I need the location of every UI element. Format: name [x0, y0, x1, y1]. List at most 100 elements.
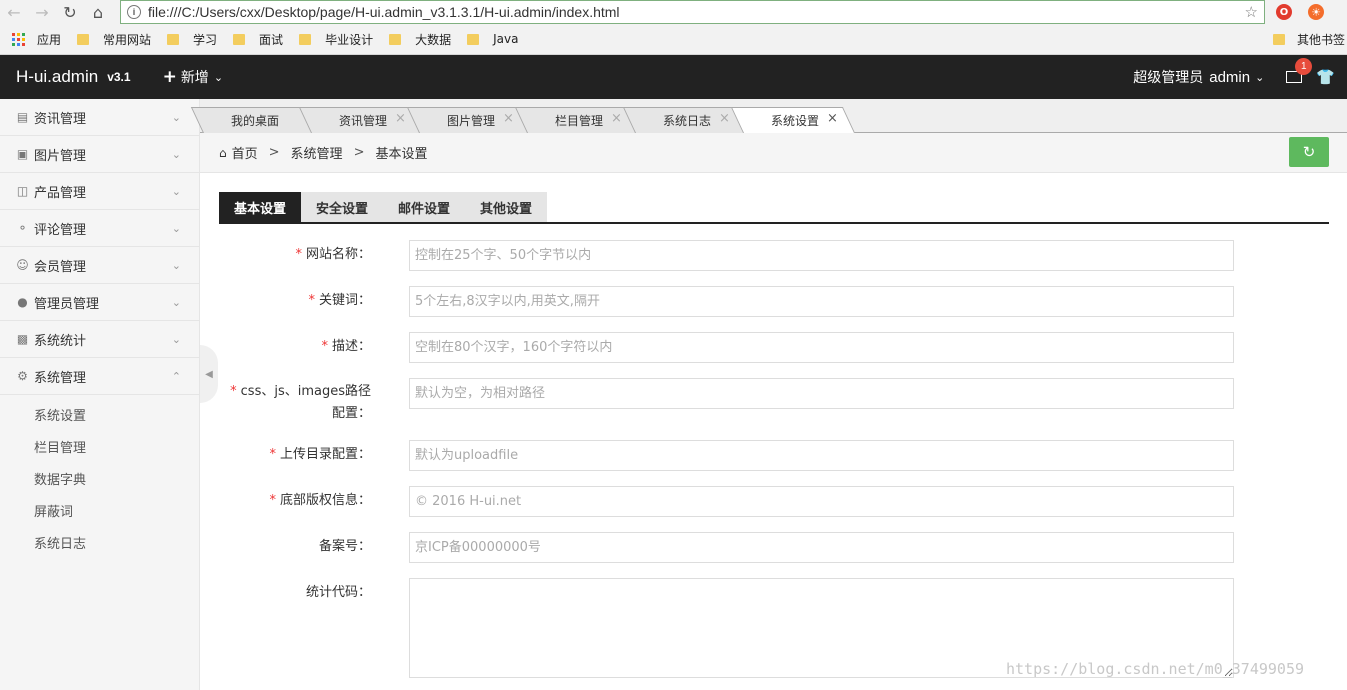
tab-basic-settings[interactable]: 基本设置: [219, 192, 302, 222]
forward-icon[interactable]: →: [28, 0, 56, 24]
bookmark-folder[interactable]: 毕业设计: [299, 31, 373, 48]
close-icon[interactable]: ×: [395, 111, 406, 126]
refresh-button[interactable]: ↻: [1289, 137, 1329, 167]
site-name-input[interactable]: [409, 240, 1234, 271]
sidebar-item-news[interactable]: ▤ 资讯管理 ⌄: [0, 99, 199, 136]
app-header: H-ui.admin v3.1 + 新增 ⌄ 超级管理员 admin ⌄ 1 👕: [0, 55, 1347, 99]
tab-logs[interactable]: 系统日志 ×: [622, 107, 747, 133]
close-icon[interactable]: ×: [719, 111, 730, 126]
system-submenu: 系统设置 栏目管理 数据字典 屏蔽词 系统日志: [0, 398, 199, 558]
new-dropdown-button[interactable]: + 新增 ⌄: [163, 67, 223, 87]
copyright-input[interactable]: [409, 486, 1234, 517]
admin-icon: ●: [17, 295, 28, 309]
tab-security-settings[interactable]: 安全设置: [301, 192, 384, 222]
tab-other-settings[interactable]: 其他设置: [465, 192, 548, 222]
info-icon[interactable]: i: [127, 5, 141, 19]
user-icon: ☺: [16, 258, 29, 272]
breadcrumb-current: 基本设置: [375, 147, 428, 162]
home-icon: ⌂: [219, 145, 227, 160]
close-icon[interactable]: ×: [827, 111, 838, 126]
user-dropdown[interactable]: admin: [1209, 69, 1250, 86]
bookmark-apps[interactable]: 应用: [12, 31, 61, 48]
tabs-bar: 我的桌面 资讯管理 × 图片管理 × 栏目管理 × 系统日志 × 系统设置 ×: [190, 99, 1347, 133]
tab-news[interactable]: 资讯管理 ×: [298, 107, 423, 133]
sidebar-collapse-handle[interactable]: ◀: [200, 345, 218, 403]
chevron-down-icon: ⌄: [171, 221, 181, 235]
mail-icon[interactable]: 1: [1286, 58, 1313, 83]
skin-shirt-icon[interactable]: 👕: [1316, 68, 1335, 86]
field-label: * 底部版权信息：: [269, 493, 371, 508]
breadcrumb-home[interactable]: 首页: [232, 143, 258, 162]
gear-icon: ⚙: [17, 369, 28, 383]
description-input[interactable]: [409, 332, 1234, 363]
news-icon: ▤: [16, 110, 29, 124]
watermark: https://blog.csdn.net/m0_37499059: [1006, 660, 1305, 678]
tab-mail-settings[interactable]: 邮件设置: [383, 192, 466, 222]
sidebar-item-system[interactable]: ⚙ 系统管理 ⌃: [0, 358, 199, 395]
tab-images[interactable]: 图片管理 ×: [406, 107, 531, 133]
bookmark-folder[interactable]: 面试: [233, 31, 283, 48]
sidebar-subitem-blockwords[interactable]: 屏蔽词: [0, 494, 199, 526]
version-label: v3.1: [107, 70, 131, 84]
browser-toolbar: ← → ↻ ⌂ i file:///C:/Users/cxx/Desktop/p…: [0, 0, 1347, 24]
role-label: 超级管理员: [1133, 70, 1204, 86]
plus-icon: +: [162, 67, 177, 87]
caret-left-icon: ◀: [205, 368, 213, 380]
reload-icon[interactable]: ↻: [56, 0, 84, 24]
breadcrumb: ⌂ 首页 > 系统管理 > 基本设置 ↻: [200, 133, 1347, 173]
chevron-down-icon: ⌄: [171, 258, 181, 272]
sidebar-item-stats[interactable]: ▩ 系统统计 ⌄: [0, 321, 199, 358]
chevron-down-icon: ⌄: [171, 184, 181, 198]
bookmark-other[interactable]: 其他书签: [1272, 24, 1347, 55]
folder-icon: [233, 33, 246, 45]
sidebar-subitem-columns[interactable]: 栏目管理: [0, 430, 199, 462]
home-icon[interactable]: ⌂: [84, 0, 112, 24]
folder-icon: [389, 33, 402, 45]
sidebar-subitem-settings[interactable]: 系统设置: [0, 398, 199, 430]
logo[interactable]: H-ui.admin: [16, 67, 98, 87]
back-icon[interactable]: ←: [0, 0, 28, 24]
chevron-down-icon[interactable]: ⌄: [1255, 71, 1264, 84]
url-text: file:///C:/Users/cxx/Desktop/page/H-ui.a…: [148, 4, 620, 20]
keywords-input[interactable]: [409, 286, 1234, 317]
bookmark-folder[interactable]: 常用网站: [77, 31, 151, 48]
breadcrumb-system[interactable]: 系统管理: [291, 143, 343, 162]
bookmark-folder[interactable]: 大数据: [389, 31, 451, 48]
folder-icon: [467, 33, 480, 45]
sidebar-item-products[interactable]: ◫ 产品管理 ⌄: [0, 173, 199, 210]
upload-dir-input[interactable]: [409, 440, 1234, 471]
folder-icon: [77, 33, 90, 45]
sidebar-item-members[interactable]: ☺ 会员管理 ⌄: [0, 247, 199, 284]
sidebar-subitem-dictionary[interactable]: 数据字典: [0, 462, 199, 494]
chevron-down-icon: ⌄: [213, 70, 224, 84]
tab-desktop[interactable]: 我的桌面: [190, 107, 315, 133]
apps-grid-icon: [12, 32, 25, 46]
address-bar[interactable]: i file:///C:/Users/cxx/Desktop/page/H-ui…: [120, 0, 1265, 24]
chevron-down-icon: ⌄: [171, 110, 181, 124]
field-label: * 关键词：: [308, 293, 371, 308]
bookmark-star-icon[interactable]: ☆: [1245, 3, 1258, 21]
folder-icon: [299, 33, 312, 45]
chevron-down-icon: ⌄: [171, 295, 181, 309]
field-label: * 描述：: [321, 339, 371, 354]
tab-settings[interactable]: 系统设置 ×: [730, 107, 855, 133]
extension-icon[interactable]: ☀: [1308, 4, 1324, 20]
close-icon[interactable]: ×: [503, 111, 514, 126]
opera-extension-icon[interactable]: O: [1276, 4, 1292, 20]
comment-icon: ⚬: [17, 221, 28, 235]
field-label: * 上传目录配置：: [269, 447, 371, 462]
field-label: 统计代码：: [305, 585, 371, 600]
sidebar-item-comments[interactable]: ⚬ 评论管理 ⌄: [0, 210, 199, 247]
static-path-input[interactable]: [409, 378, 1234, 409]
sidebar-subitem-logs[interactable]: 系统日志: [0, 526, 199, 558]
stats-icon: ▩: [16, 332, 29, 346]
bookmark-folder[interactable]: Java: [467, 32, 518, 46]
sidebar-item-admins[interactable]: ● 管理员管理 ⌄: [0, 284, 199, 321]
tab-columns[interactable]: 栏目管理 ×: [514, 107, 639, 133]
bookmark-folder[interactable]: 学习: [167, 31, 217, 48]
icp-input[interactable]: [409, 532, 1234, 563]
sidebar-item-images[interactable]: ▣ 图片管理 ⌄: [0, 136, 199, 173]
folder-icon: [1272, 34, 1285, 45]
mail-badge: 1: [1295, 58, 1313, 75]
close-icon[interactable]: ×: [611, 111, 622, 126]
